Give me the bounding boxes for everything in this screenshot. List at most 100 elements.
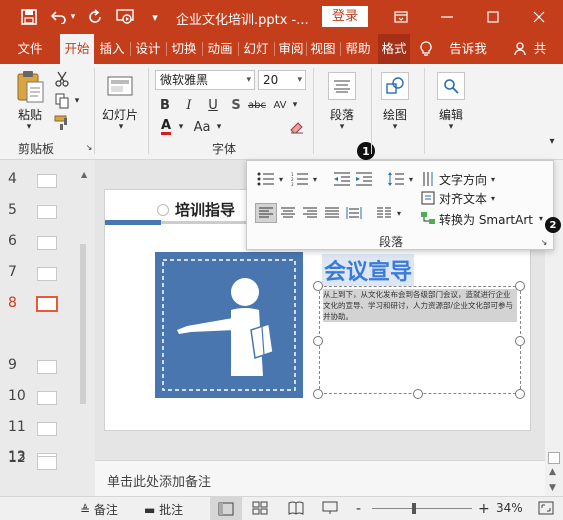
spacing-dropdown-icon[interactable]: ▾ — [290, 96, 300, 114]
numbering-dropdown-icon[interactable]: ▾ — [311, 169, 319, 189]
slides-dropdown-icon[interactable]: ▾ — [115, 122, 127, 132]
text-direction-dropdown-icon[interactable]: ▾ — [489, 169, 497, 189]
maximize-icon[interactable] — [470, 0, 516, 34]
scroll-thumb[interactable] — [548, 452, 560, 464]
minimize-icon[interactable] — [424, 0, 470, 34]
zoom-out-button[interactable]: - — [356, 501, 361, 517]
smartart-icon[interactable] — [419, 209, 437, 227]
align-center-icon[interactable] — [277, 203, 299, 223]
align-left-icon[interactable] — [255, 203, 277, 223]
selected-text-box[interactable]: 从上到下，从文化发布会到各级部门会议，造就进行企业文化的宣导、学习和研讨，人力资… — [319, 286, 521, 394]
align-text-label[interactable]: 对齐文本 — [439, 190, 487, 207]
tell-me-search[interactable]: 告诉我 — [444, 34, 492, 64]
undo-icon[interactable] — [50, 8, 68, 26]
editing-button-label[interactable]: 编辑 — [439, 106, 463, 123]
notes-toggle[interactable]: ≜ 备注 — [80, 501, 118, 518]
notes-pane[interactable]: 单击此处添加备注 ▲ ▼ — [95, 460, 556, 496]
customize-quick-access-icon[interactable]: ▾ — [146, 8, 164, 26]
copy-icon[interactable] — [52, 92, 72, 110]
editing-find-icon[interactable] — [437, 72, 465, 100]
columns-dropdown-icon[interactable]: ▾ — [395, 203, 403, 223]
slide-title[interactable]: 会议宣导 — [322, 254, 415, 286]
tab-transitions[interactable]: 切换 — [168, 34, 200, 64]
bullets-icon[interactable] — [255, 169, 277, 189]
zoom-in-button[interactable]: + — [478, 501, 490, 517]
tab-review[interactable]: 审阅 — [276, 34, 306, 64]
paragraph-icon[interactable] — [328, 72, 356, 100]
clear-formatting-icon[interactable] — [288, 118, 306, 136]
tab-file[interactable]: 文件 — [12, 34, 48, 64]
font-name-select[interactable]: 微软雅黑 ▾ — [155, 70, 255, 90]
format-painter-icon[interactable] — [52, 114, 72, 132]
decrease-indent-icon[interactable] — [331, 169, 353, 189]
slide-body-text[interactable]: 从上到下，从文化发布会到各级部门会议，造就进行企业文化的宣导、学习和研讨，人力资… — [323, 289, 517, 322]
tab-format[interactable]: 格式 — [378, 34, 410, 64]
clipboard-launcher-icon[interactable]: ↘ — [84, 142, 94, 152]
zoom-slider[interactable] — [372, 508, 472, 509]
line-spacing-icon[interactable] — [385, 169, 407, 189]
paste-label[interactable]: 粘贴 — [18, 106, 42, 123]
present-icon[interactable] — [116, 8, 134, 26]
shadow-button[interactable]: S — [227, 96, 245, 114]
paragraph-dropdown-icon[interactable]: ▾ — [336, 122, 348, 132]
bold-button[interactable]: B — [156, 96, 174, 114]
tab-insert[interactable]: 插入 — [96, 34, 128, 64]
notes-placeholder[interactable]: 单击此处添加备注 — [107, 471, 211, 490]
lightbulb-icon[interactable] — [418, 34, 434, 64]
italic-button[interactable]: I — [180, 96, 198, 114]
copy-dropdown-icon[interactable]: ▾ — [72, 94, 82, 108]
resize-handle[interactable] — [515, 336, 525, 346]
resize-handle[interactable] — [313, 389, 323, 399]
save-icon[interactable] — [20, 8, 38, 26]
tab-home[interactable]: 开始 — [60, 34, 94, 64]
align-text-icon[interactable] — [419, 189, 437, 207]
tab-design[interactable]: 设计 — [132, 34, 164, 64]
resize-handle[interactable] — [413, 389, 423, 399]
columns-icon[interactable] — [373, 203, 395, 223]
drawing-dropdown-icon[interactable]: ▾ — [389, 122, 401, 132]
comments-toggle[interactable]: ▬ 批注 — [144, 501, 183, 518]
reading-view-button[interactable] — [288, 501, 304, 518]
numbering-icon[interactable]: 123 — [289, 169, 311, 189]
slide-heading[interactable]: 培训指导 — [175, 199, 235, 220]
slides-button-label[interactable]: 幻灯片 — [102, 106, 138, 123]
text-direction-label[interactable]: 文字方向 — [439, 171, 487, 188]
new-slide-icon[interactable] — [105, 74, 135, 100]
increase-indent-icon[interactable] — [353, 169, 375, 189]
align-right-icon[interactable] — [299, 203, 321, 223]
font-color-dropdown-icon[interactable]: ▾ — [176, 118, 186, 136]
resize-handle[interactable] — [313, 336, 323, 346]
resize-handle[interactable] — [313, 281, 323, 291]
notes-scroll-up-icon[interactable]: ▲ — [549, 467, 556, 477]
line-spacing-dropdown-icon[interactable]: ▾ — [407, 169, 415, 189]
fit-to-window-icon[interactable] — [538, 501, 554, 518]
drawing-button-label[interactable]: 绘图 — [383, 106, 407, 123]
tab-slideshow[interactable]: 幻灯 — [240, 34, 272, 64]
slideshow-button[interactable] — [322, 501, 338, 518]
share-user-icon[interactable] — [512, 34, 528, 64]
collapse-ribbon-icon[interactable]: ▾ — [545, 134, 559, 148]
align-text-dropdown-icon[interactable]: ▾ — [489, 189, 497, 207]
text-direction-icon[interactable] — [419, 169, 437, 189]
paste-icon[interactable] — [14, 70, 46, 104]
slide-sorter-button[interactable] — [252, 501, 268, 518]
thumbnails-scrollbar[interactable]: ▲ — [78, 170, 88, 480]
paragraph-button-label[interactable]: 段落 — [330, 106, 354, 123]
resize-handle[interactable] — [515, 281, 525, 291]
editing-dropdown-icon[interactable]: ▾ — [445, 122, 457, 132]
tab-view[interactable]: 视图 — [308, 34, 338, 64]
notes-scroll-down-icon[interactable]: ▼ — [549, 483, 556, 493]
distributed-icon[interactable] — [343, 203, 365, 223]
close-icon[interactable] — [516, 0, 562, 34]
slide-thumbnail-13[interactable] — [37, 456, 57, 470]
bullets-dropdown-icon[interactable]: ▾ — [277, 169, 285, 189]
tab-help[interactable]: 帮助 — [342, 34, 374, 64]
tab-animations[interactable]: 动画 — [204, 34, 236, 64]
strikethrough-button[interactable]: abc — [246, 96, 268, 114]
normal-view-button[interactable] — [210, 497, 242, 520]
justify-icon[interactable] — [321, 203, 343, 223]
smartart-dropdown-icon[interactable]: ▾ — [537, 209, 545, 227]
change-case-button[interactable]: Aa — [190, 118, 214, 136]
paragraph-launcher-icon[interactable]: ↘ — [539, 237, 549, 247]
presenter-picture[interactable] — [155, 252, 303, 398]
